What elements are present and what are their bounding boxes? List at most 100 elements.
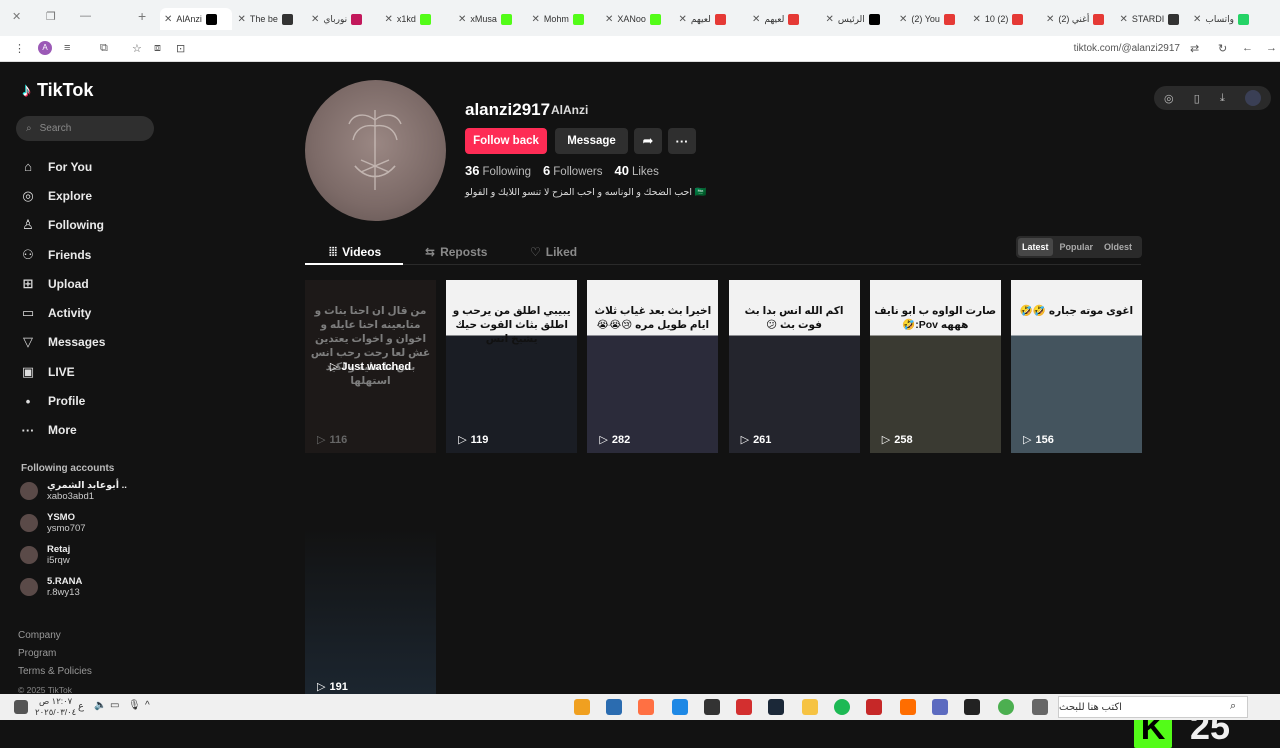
taskbar-app-epic-icon[interactable] bbox=[964, 699, 980, 715]
taskbar-app-artifact-icon[interactable] bbox=[900, 699, 916, 715]
search-input[interactable]: ⌕ Search bbox=[16, 116, 154, 141]
browser-tab[interactable]: ✕ لعيهم bbox=[675, 8, 747, 30]
sort-oldest[interactable]: Oldest bbox=[1100, 238, 1136, 256]
video-card[interactable]: ▷ 191 bbox=[305, 527, 436, 700]
close-tab-icon[interactable]: ✕ bbox=[532, 14, 540, 25]
close-tab-icon[interactable]: ✕ bbox=[458, 14, 466, 25]
menu-dots-icon[interactable]: ⋮ bbox=[14, 42, 25, 55]
tab-reposts[interactable]: ⇆ Reposts bbox=[425, 240, 487, 264]
close-tab-icon[interactable]: ✕ bbox=[1046, 14, 1054, 25]
taskbar-app-cursor-icon[interactable] bbox=[606, 699, 622, 715]
extensions-icon[interactable]: ⧉ bbox=[100, 42, 108, 55]
sidebar-item-explore[interactable]: ◎ Explore bbox=[20, 181, 160, 210]
taskbar-app-steam-icon[interactable] bbox=[768, 699, 784, 715]
taskbar-app-spotify-icon[interactable] bbox=[834, 699, 850, 715]
close-tab-icon[interactable]: ✕ bbox=[238, 14, 246, 25]
browser-tab[interactable]: ✕ 10 (2) bbox=[969, 8, 1041, 30]
footer-terms-link[interactable]: Terms & Policies bbox=[18, 663, 92, 681]
following-account[interactable]: YSMO ysmo707 bbox=[20, 512, 160, 534]
microphone-icon[interactable]: 🎙 bbox=[128, 700, 141, 711]
sidebar-item-more[interactable]: ··· More bbox=[20, 416, 160, 445]
site-settings-icon[interactable]: ⇄ bbox=[1190, 42, 1199, 55]
notifications-icon[interactable] bbox=[14, 700, 28, 714]
following-account[interactable]: أبوعابد الشمري .. xabo3abd1 bbox=[20, 480, 160, 502]
browser-tab[interactable]: ✕ واتساب bbox=[1189, 8, 1261, 30]
sort-latest[interactable]: Latest bbox=[1018, 238, 1053, 256]
sort-popular[interactable]: Popular bbox=[1056, 238, 1098, 256]
taskbar-app-edge-icon[interactable] bbox=[672, 699, 688, 715]
close-tab-icon[interactable]: ✕ bbox=[1120, 14, 1128, 25]
close-tab-icon[interactable]: ✕ bbox=[899, 14, 907, 25]
minimize-window-icon[interactable]: — bbox=[80, 10, 91, 22]
share-button[interactable]: ➦ bbox=[634, 128, 662, 154]
install-icon[interactable]: ⊡ bbox=[176, 42, 185, 55]
browser-tab[interactable]: ✕ Mohm bbox=[528, 8, 600, 30]
tab-search-icon[interactable]: ≡ bbox=[64, 42, 70, 54]
video-card[interactable]: اكم الله انس بدا بث فوت بث 😕 ▷ 261 bbox=[728, 280, 860, 453]
taskbar-app-chrome-icon[interactable] bbox=[998, 699, 1014, 715]
close-tab-icon[interactable]: ✕ bbox=[973, 14, 981, 25]
back-icon[interactable]: → bbox=[1266, 42, 1277, 54]
followers-stat[interactable]: 6 Followers bbox=[543, 163, 602, 178]
browser-tab[interactable]: ✕ XANoo bbox=[601, 8, 673, 30]
following-account[interactable]: 5.RANA r.8wy13 bbox=[20, 576, 160, 598]
tab-videos[interactable]: ⦙⦙⦙ Videos bbox=[329, 240, 381, 264]
sidebar-item-for-you[interactable]: ⌂ For You bbox=[20, 152, 160, 181]
video-card[interactable]: اغوى موته جباره 🤣🤣 ▷ 156 bbox=[1011, 280, 1142, 453]
browser-tab[interactable]: ✕ STARDI bbox=[1116, 8, 1188, 30]
browser-tab[interactable]: ✕ الرئيس bbox=[822, 8, 894, 30]
sidebar-item-activity[interactable]: ▭ Activity bbox=[20, 298, 160, 327]
video-card[interactable]: صارت الواوه ب ابو نايف هههه Pov:🤣 ▷ 258 bbox=[869, 280, 1001, 453]
taskbar-app-mail-icon[interactable] bbox=[574, 699, 590, 715]
more-options-button[interactable]: ··· bbox=[668, 128, 696, 154]
network-icon[interactable]: ▭ bbox=[110, 700, 119, 711]
download-icon[interactable]: ⤓ bbox=[1220, 92, 1225, 105]
close-tab-icon[interactable]: ✕ bbox=[385, 14, 393, 25]
browser-tab[interactable]: ✕ (2) أغني bbox=[1042, 8, 1114, 30]
bookmark-star-icon[interactable]: ☆ bbox=[132, 42, 142, 55]
url-field[interactable]: tiktok.com/@alanzi2917 bbox=[1074, 43, 1180, 54]
close-tab-icon[interactable]: ✕ bbox=[752, 14, 760, 25]
following-stat[interactable]: 36 Following bbox=[465, 163, 531, 178]
browser-tab[interactable]: ✕ The be bbox=[234, 8, 306, 30]
following-account[interactable]: Retaj i5rqw bbox=[20, 544, 160, 566]
browser-tab[interactable]: ✕ AlAnzi bbox=[160, 8, 232, 30]
tab-liked[interactable]: ♡ Liked bbox=[530, 240, 577, 264]
browser-tab[interactable]: ✕ x1kd bbox=[381, 8, 453, 30]
footer-program-link[interactable]: Program bbox=[18, 645, 92, 663]
browser-tab[interactable]: ✕ xMusa bbox=[454, 8, 526, 30]
sidebar-item-live[interactable]: ▣ LIVE bbox=[20, 357, 160, 386]
browser-profile-avatar[interactable]: A bbox=[38, 41, 52, 55]
language-indicator[interactable]: ع bbox=[78, 701, 84, 712]
user-avatar-icon[interactable] bbox=[1244, 90, 1261, 106]
task-view-icon[interactable] bbox=[1032, 699, 1048, 715]
restore-window-icon[interactable]: ❐ bbox=[46, 10, 56, 23]
device-icon[interactable]: ▯ bbox=[1194, 92, 1200, 105]
taskbar-search-input[interactable]: اكتب هنا للبحث bbox=[1058, 696, 1248, 718]
screenshot-icon[interactable]: ⧈ bbox=[154, 42, 161, 55]
taskbar-app-video-icon[interactable] bbox=[736, 699, 752, 715]
taskbar-app-discord-icon[interactable] bbox=[932, 699, 948, 715]
browser-tab[interactable]: ✕ (2) You bbox=[895, 8, 967, 30]
close-tab-icon[interactable]: ✕ bbox=[164, 14, 172, 25]
reload-icon[interactable]: ↻ bbox=[1218, 42, 1227, 55]
close-window-icon[interactable]: ✕ bbox=[12, 10, 21, 23]
close-tab-icon[interactable]: ✕ bbox=[311, 14, 319, 25]
video-card[interactable]: من قال ان احنا بنات و متابعينه احنا عايل… bbox=[305, 280, 436, 453]
sidebar-item-following[interactable]: ♙ Following bbox=[20, 211, 160, 240]
tray-chevron-icon[interactable]: ^ bbox=[145, 700, 150, 711]
taskbar-app-folder-icon[interactable] bbox=[802, 699, 818, 715]
footer-company-link[interactable]: Company bbox=[18, 627, 92, 645]
volume-icon[interactable]: 🔈 bbox=[94, 700, 106, 711]
follow-back-button[interactable]: Follow back bbox=[465, 128, 547, 154]
sidebar-item-friends[interactable]: ⚇ Friends bbox=[20, 240, 160, 269]
taskbar-app-obs-icon[interactable] bbox=[704, 699, 720, 715]
taskbar-clock[interactable]: ١٢:٠٧ ص ٢٠٢٥/٠٣/٠٤ bbox=[35, 696, 76, 718]
taskbar-app-firefox-icon[interactable] bbox=[638, 699, 654, 715]
taskbar-app-rockstar-icon[interactable] bbox=[866, 699, 882, 715]
browser-tab[interactable]: ✕ لعيهم bbox=[748, 8, 820, 30]
sidebar-item-profile[interactable]: • Profile bbox=[20, 386, 160, 415]
compass-tool-icon[interactable]: ◎ bbox=[1164, 92, 1174, 105]
close-tab-icon[interactable]: ✕ bbox=[1193, 14, 1201, 25]
sidebar-item-messages[interactable]: ▽ Messages bbox=[20, 328, 160, 357]
